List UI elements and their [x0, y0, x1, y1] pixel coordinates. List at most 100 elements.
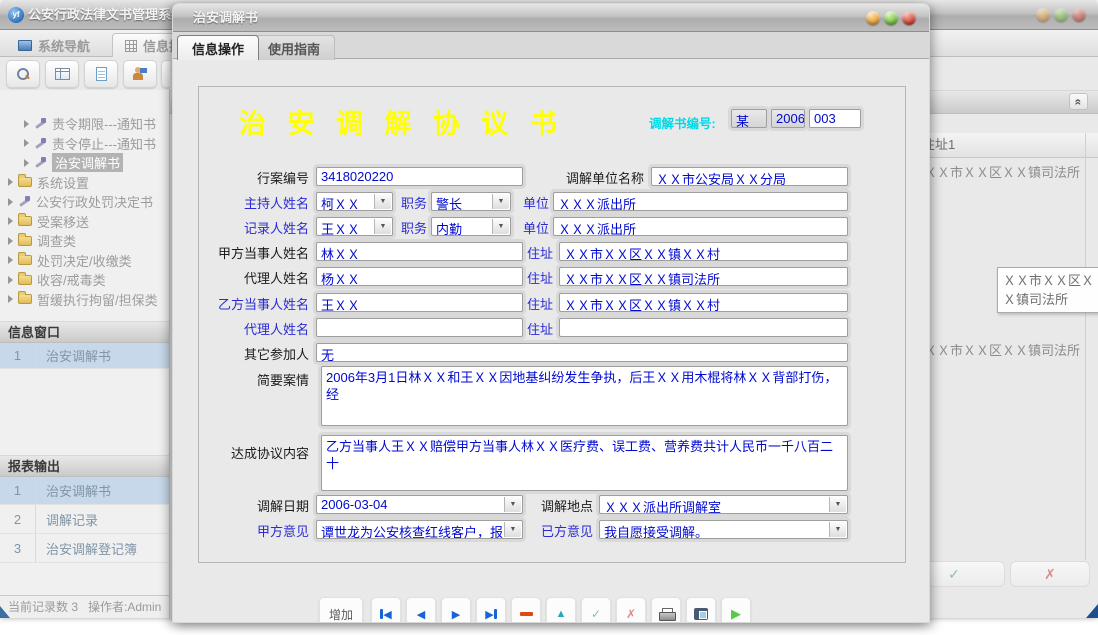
- party-b-name-field[interactable]: 王ＸＸ: [316, 293, 523, 312]
- doc-no-seq-field[interactable]: 003: [809, 109, 861, 128]
- add-record-button[interactable]: 增加: [319, 597, 363, 623]
- dropdown-arrow-icon[interactable]: ▼: [829, 497, 846, 512]
- grid-cell-address-1[interactable]: ＸＸ市ＸＸ区ＸＸ镇司法所: [930, 162, 1090, 182]
- grid-column-divider: [1085, 133, 1086, 560]
- edit-record-button[interactable]: ▲: [546, 597, 576, 623]
- agent-b-name-field[interactable]: [316, 318, 523, 337]
- row-number: 1: [0, 477, 36, 504]
- print-button[interactable]: [651, 597, 681, 623]
- tree-item-investigation[interactable]: 调查类: [0, 231, 170, 251]
- expand-arrow-icon[interactable]: [8, 178, 13, 186]
- document-button[interactable]: [84, 60, 118, 88]
- post-record-button[interactable]: ✓: [581, 597, 611, 623]
- check-icon: ✓: [948, 566, 960, 583]
- dialog-minimize-button[interactable]: [866, 11, 880, 25]
- case-no-field[interactable]: 3418020220: [316, 167, 523, 186]
- search-button[interactable]: [6, 60, 40, 88]
- tree-item-system-settings[interactable]: 系统设置: [0, 173, 170, 193]
- minimize-button[interactable]: [1036, 8, 1050, 22]
- party-b-name-label: 乙方当事人姓名: [173, 295, 309, 314]
- expand-arrow-icon[interactable]: [8, 295, 13, 303]
- cancel-button[interactable]: ✗: [1010, 561, 1090, 587]
- doc-no-label: 调解书编号:: [649, 113, 716, 132]
- tree-item-detention-rehab[interactable]: 收容/戒毒类: [0, 270, 170, 290]
- run-button[interactable]: ▶: [721, 597, 751, 623]
- next-record-button[interactable]: ▶: [441, 597, 471, 623]
- party-b-opinion-dropdown[interactable]: 我自愿接受调解。▼: [599, 520, 848, 539]
- host-unit-field[interactable]: ＸＸＸ派出所: [553, 192, 848, 211]
- agent-a-addr-field[interactable]: ＸＸ市ＸＸ区ＸＸ镇司法所: [559, 267, 848, 286]
- report-row[interactable]: 3 治安调解登记簿: [0, 534, 170, 563]
- expand-arrow-icon[interactable]: [8, 256, 13, 264]
- other-participants-field[interactable]: 无: [316, 343, 848, 362]
- previous-record-button[interactable]: ◀: [406, 597, 436, 623]
- first-record-button[interactable]: ◀: [371, 597, 401, 623]
- tab-system-nav[interactable]: 系统导航: [6, 33, 102, 57]
- tree-item-case-transfer[interactable]: 受案移送: [0, 212, 170, 232]
- cancel-record-button[interactable]: ✗: [616, 597, 646, 623]
- agent-b-addr-label: 住址: [493, 320, 553, 339]
- dialog-titlebar[interactable]: 治安调解书: [173, 4, 929, 32]
- extra-toolbar-button[interactable]: [161, 60, 170, 88]
- party-a-opinion-dropdown[interactable]: 谭世龙为公安核查红线客户，报▼: [316, 520, 523, 539]
- dialog-maximize-button[interactable]: [884, 11, 898, 25]
- agent-b-name-label: 代理人姓名: [173, 320, 309, 339]
- dialog-tab-user-guide[interactable]: 使用指南: [253, 35, 335, 60]
- party-a-name-field[interactable]: 林ＸＸ: [316, 242, 523, 261]
- cancel-icon: ✗: [626, 607, 636, 621]
- dropdown-arrow-icon[interactable]: ▼: [829, 522, 846, 537]
- agent-a-addr-label: 住址: [493, 269, 553, 288]
- tree-item-order-stop-notice[interactable]: 责令停止---通知书: [0, 134, 170, 154]
- report-row[interactable]: 1 治安调解书: [0, 477, 170, 505]
- report-row[interactable]: 2 调解记录: [0, 505, 170, 534]
- tree-item-punishment-decision[interactable]: 公安行政处罚决定书: [0, 192, 170, 212]
- party-b-addr-field[interactable]: ＸＸ市ＸＸ区ＸＸ镇ＸＸ村: [559, 293, 848, 312]
- user-button[interactable]: [123, 60, 157, 88]
- mediation-place-dropdown[interactable]: ＸＸＸ派出所调解室▼: [599, 495, 848, 514]
- tree-item-label: 公安行政处罚决定书: [36, 192, 153, 211]
- expand-arrow-icon[interactable]: [8, 276, 13, 284]
- expand-arrow-icon[interactable]: [8, 198, 13, 206]
- maximize-button[interactable]: [1054, 8, 1068, 22]
- grid-cell-address-2[interactable]: ＸＸ市ＸＸ区ＸＸ镇司法所: [930, 340, 1090, 360]
- expand-arrow-icon[interactable]: [8, 217, 13, 225]
- last-record-icon: ▶: [485, 608, 496, 621]
- recorder-unit-field[interactable]: ＸＸＸ派出所: [553, 217, 848, 236]
- party-a-addr-label: 住址: [493, 244, 553, 263]
- tree-item-order-deadline-notice[interactable]: 责令期限---通知书: [0, 114, 170, 134]
- grid-column-header[interactable]: 住址1: [930, 133, 1098, 158]
- agent-a-name-field[interactable]: 杨ＸＸ: [316, 267, 523, 286]
- last-record-button[interactable]: ▶: [476, 597, 506, 623]
- dialog-tab-info-operation[interactable]: 信息操作: [177, 35, 259, 60]
- expand-arrow-icon[interactable]: [24, 139, 29, 147]
- preview-button[interactable]: [686, 597, 716, 623]
- tree-item-label: 收容/戒毒类: [37, 270, 106, 289]
- tree-item-suspend-detention[interactable]: 暂缓执行拘留/担保类: [0, 290, 170, 310]
- agreement-content-textarea[interactable]: 乙方当事人王ＸＸ赔偿甲方当事人林ＸＸ医疗费、误工费、营养费共计人民币一千八百二十: [321, 435, 848, 491]
- info-window-row[interactable]: 1 治安调解书: [0, 343, 170, 369]
- expand-arrow-icon[interactable]: [8, 237, 13, 245]
- search-icon: [16, 67, 30, 81]
- list-view-button[interactable]: [45, 60, 79, 88]
- close-button[interactable]: [1072, 8, 1086, 22]
- dialog-close-button[interactable]: [902, 11, 916, 25]
- monitor-icon: [18, 40, 32, 51]
- address-tooltip: ＸＸ市ＸＸ区ＸＸ镇司法所: [997, 267, 1098, 313]
- mediation-date-dropdown[interactable]: 2006-03-04▼: [316, 495, 523, 514]
- agent-b-addr-field[interactable]: [559, 318, 848, 337]
- delete-record-button[interactable]: [511, 597, 541, 623]
- tree-item-penalty-confiscation[interactable]: 处罚决定/收缴类: [0, 251, 170, 271]
- tooltip-text: ＸＸ市ＸＸ区ＸＸ镇司法所: [1003, 273, 1094, 307]
- gavel-icon: [34, 137, 47, 150]
- printer-icon: [659, 608, 674, 620]
- expand-arrow-icon[interactable]: [24, 120, 29, 128]
- doc-no-prefix-field[interactable]: 某: [731, 109, 767, 128]
- case-brief-textarea[interactable]: 2006年3月1日林ＸＸ和王ＸＸ因地基纠纷发生争执，后王ＸＸ用木棍将林ＸＸ背部打…: [321, 366, 848, 426]
- doc-no-year-field[interactable]: 2006: [771, 109, 805, 128]
- collapse-panel-button[interactable]: «: [1069, 93, 1088, 110]
- party-a-addr-field[interactable]: ＸＸ市ＸＸ区ＸＸ镇ＸＸ村: [559, 242, 848, 261]
- expand-arrow-icon[interactable]: [24, 159, 29, 167]
- tree-item-mediation-doc-selected[interactable]: 治安调解书: [0, 153, 170, 173]
- person-icon: [133, 67, 147, 81]
- unit-name-field[interactable]: ＸＸ市公安局ＸＸ分局: [651, 167, 848, 186]
